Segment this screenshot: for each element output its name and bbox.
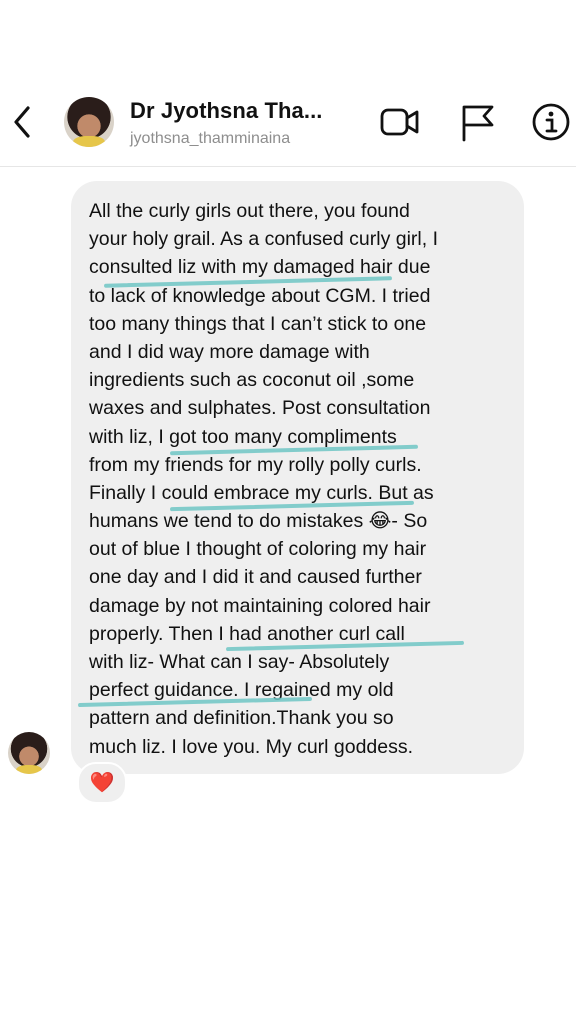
video-call-button[interactable] bbox=[380, 102, 420, 142]
message-line: too many things that I can’t stick to on… bbox=[89, 312, 427, 335]
message-line: All the curly girls out there, you found bbox=[89, 200, 410, 222]
message-line: ingredients such as coconut oil ,some bbox=[89, 369, 415, 392]
sender-avatar[interactable] bbox=[8, 732, 50, 774]
chevron-left-icon bbox=[14, 106, 30, 138]
back-button[interactable] bbox=[4, 100, 40, 144]
message-line: from my friends for my rolly polly curls… bbox=[89, 453, 422, 476]
video-call-icon bbox=[380, 108, 419, 136]
message-line: pattern and definition.Thank you so bbox=[89, 707, 394, 730]
info-button[interactable] bbox=[532, 102, 572, 142]
message-line: damage by not maintaining colored hair bbox=[89, 594, 431, 617]
message-bubble[interactable]: All the curly girls out there, you found… bbox=[71, 181, 524, 774]
message-line: your holy grail. As a confused curly gir… bbox=[89, 228, 438, 251]
info-icon bbox=[532, 103, 570, 141]
message-line: one day and I did it and caused further bbox=[89, 566, 422, 589]
flag-icon bbox=[462, 105, 494, 142]
heart-icon: ❤️ bbox=[89, 772, 115, 794]
message-line: with liz- What can I say- Absolutely bbox=[89, 651, 390, 673]
message-line: waxes and sulphates. Post consultation bbox=[89, 397, 431, 420]
message-line: and I did way more damage with bbox=[89, 340, 370, 363]
contact-avatar[interactable] bbox=[64, 97, 114, 147]
report-button[interactable] bbox=[458, 102, 498, 142]
contact-name[interactable]: Dr Jyothsna Tha... bbox=[130, 98, 323, 124]
chat-header: Dr Jyothsna Tha... jyothsna_thamminaina bbox=[0, 0, 576, 167]
message-line: humans we tend to do mistakes 😂- So bbox=[89, 510, 428, 533]
heart-reaction[interactable]: ❤️ bbox=[77, 762, 127, 804]
contact-handle[interactable]: jyothsna_thamminaina bbox=[130, 130, 290, 148]
message-line: out of blue I thought of coloring my hai… bbox=[89, 538, 427, 561]
message-line: much liz. I love you. My curl goddess. bbox=[89, 735, 414, 758]
